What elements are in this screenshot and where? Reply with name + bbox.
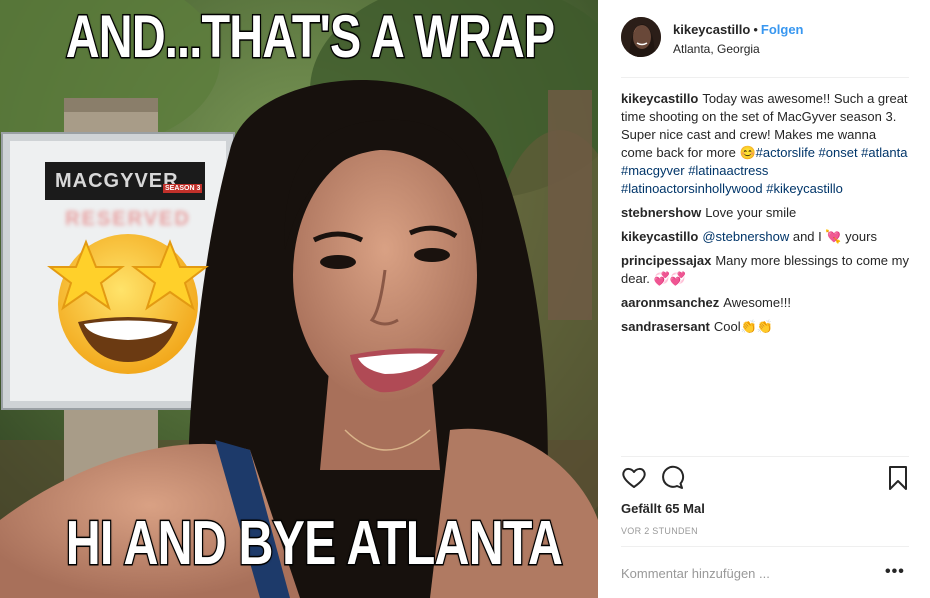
comment-mention[interactable]: @stebnershow [702, 229, 789, 244]
comments-list: kikeycastillo Today was awesome!! Such a … [621, 90, 911, 342]
sign-season-label: SEASON 3 [163, 184, 203, 193]
header-username[interactable]: kikeycastillo [673, 22, 750, 37]
comment-username[interactable]: kikeycastillo [621, 91, 698, 106]
divider [621, 77, 909, 78]
header-separator: • [753, 22, 758, 37]
divider [621, 456, 909, 457]
post-header: kikeycastillo • Folgen Atlanta, Georgia [598, 0, 930, 78]
comment-text: and I 💘 yours [789, 229, 877, 244]
more-options-button[interactable]: ••• [885, 563, 905, 581]
comment-username[interactable]: kikeycastillo [621, 229, 698, 244]
post-sidebar: kikeycastillo • Folgen Atlanta, Georgia ki… [598, 0, 930, 598]
comment-text: Cool👏👏 [713, 319, 773, 334]
macgyver-sign-logo: MACGYVER SEASON 3 [45, 162, 205, 200]
comment-item: principessajax Many more blessings to com… [621, 252, 911, 288]
comment-item: kikeycastillo @stebnershow and I 💘 yours [621, 228, 911, 246]
comment-text: Awesome!!! [723, 295, 791, 310]
post-photo[interactable]: MACGYVER SEASON 3 RESERVED AND...THAT'S … [0, 0, 598, 598]
add-comment-input[interactable] [621, 562, 861, 584]
action-bar [621, 465, 911, 495]
comment-text: Love your smile [705, 205, 797, 220]
comment-item: sandrasersant Cool👏👏 [621, 318, 911, 336]
bookmark-icon[interactable] [885, 465, 911, 491]
avatar[interactable] [621, 17, 661, 57]
divider [621, 546, 909, 547]
comment-username[interactable]: stebnershow [621, 205, 701, 220]
comment-username[interactable]: sandrasersant [621, 319, 710, 334]
comment-item: aaronmsanchez Awesome!!! [621, 294, 911, 312]
avatar-image [621, 17, 661, 57]
post-timestamp[interactable]: VOR 2 STUNDEN [621, 526, 698, 536]
comment-username[interactable]: principessajax [621, 253, 711, 268]
comment-item: stebnershow Love your smile [621, 204, 911, 222]
comment-username[interactable]: aaronmsanchez [621, 295, 719, 310]
caption-bottom: HI AND BYE ATLANTA [65, 508, 565, 580]
follow-button[interactable]: Folgen [761, 22, 804, 37]
heart-icon[interactable] [621, 465, 647, 491]
comment-item: kikeycastillo Today was awesome!! Such a … [621, 90, 911, 198]
likes-count[interactable]: Gefällt 65 Mal [621, 501, 705, 516]
star-struck-emoji-icon [47, 234, 209, 374]
comment-bubble-icon[interactable] [659, 465, 685, 491]
caption-top: AND...THAT'S A WRAP [65, 2, 557, 72]
location-link[interactable]: Atlanta, Georgia [673, 42, 760, 56]
header-user-line: kikeycastillo • Folgen [673, 22, 804, 37]
